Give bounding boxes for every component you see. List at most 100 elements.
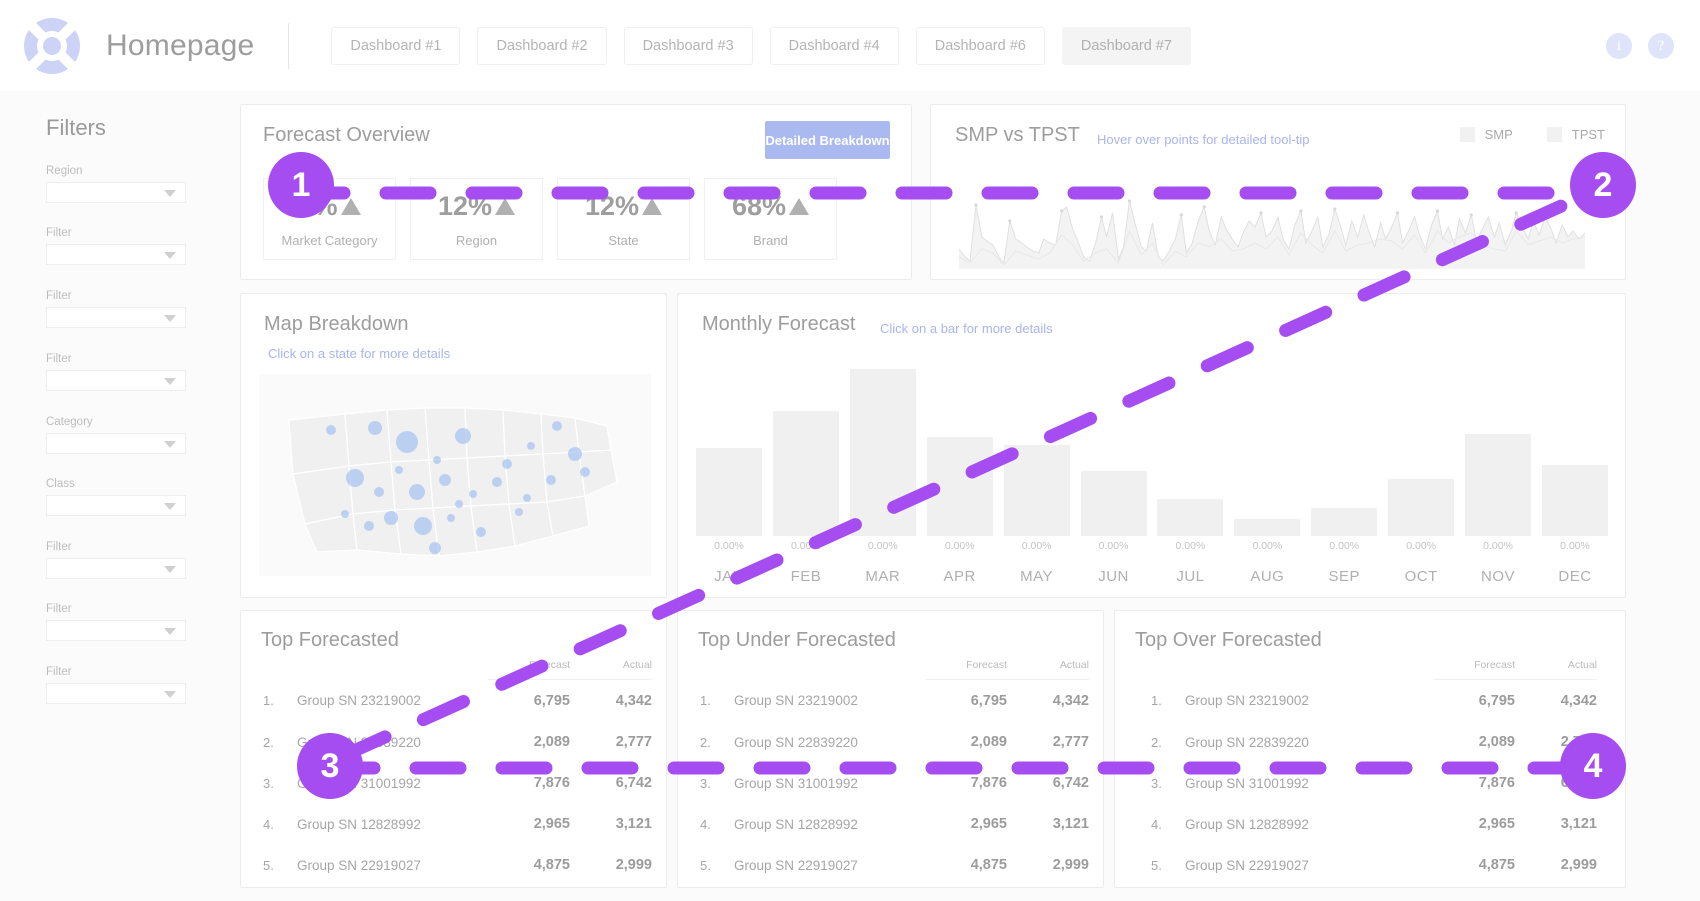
bar-label-group-may: 0.00% MAY [1004,540,1070,585]
legend-item-tpst[interactable]: TPST [1546,127,1605,142]
col-rank [692,659,734,680]
detailed-breakdown-button[interactable]: Detailed Breakdown [765,121,890,159]
table-row[interactable]: 2.Group SN 228392202,0892,777 [692,721,1089,762]
bar-column-nov [1465,434,1532,536]
chevron-down-icon [164,691,176,698]
table-row[interactable]: 5. Group SN 22919027 4,875 2,999 [1143,844,1597,885]
chevron-down-icon [164,503,176,510]
filter-4: Filter [46,353,186,391]
kpi-label: Market Category [281,232,378,248]
smp-tpst-sparkline-chart[interactable] [958,187,1586,269]
kpi-value: 68% [731,190,787,221]
filter-select-region[interactable] [46,182,186,203]
col-actual: Actual [1515,659,1597,680]
filter-select-4[interactable] [46,370,186,391]
bar-oct[interactable] [1388,479,1455,536]
table-row[interactable]: 2.Group SN 228392202,0892,777 [1143,721,1597,762]
table-row[interactable]: 1. Group SN 23219002 6,795 4,342 [692,680,1089,722]
cell-forecast: 2,965 [970,816,1007,832]
bar-label-group-jul: 0.00% JUL [1157,540,1223,585]
filter-select-class[interactable] [46,495,186,516]
bar-month-label: NOV [1481,568,1516,585]
bar-jun[interactable] [1080,471,1147,536]
filter-select-9[interactable] [46,683,186,704]
kpi-brand[interactable]: 68% Brand [704,178,837,260]
kpi-state[interactable]: 12% State [557,178,690,260]
annotation-label: 4 [1583,746,1603,785]
filter-region: Region [46,165,186,203]
cell-forecast: 7,876 [1478,775,1515,791]
header-divider [288,22,290,69]
bar-dec[interactable] [1541,465,1608,536]
col-name [1185,659,1433,680]
table-row[interactable]: 3.Group SN 310019927,8766,742 [1143,762,1597,803]
chevron-down-icon [164,190,176,197]
filter-select-2[interactable] [46,244,186,265]
cell-forecast: 4,875 [1478,857,1515,873]
bar-aug[interactable] [1234,519,1301,536]
kpi-region[interactable]: 12% Region [410,178,543,260]
tab-dashboard-2[interactable]: Dashboard #2 [477,26,607,65]
filter-class: Class [46,478,186,516]
cell-actual: 2,999 [1560,857,1597,873]
cell-forecast: 4,875 [970,857,1007,873]
bar-percent-label: 0.00% [1406,540,1437,552]
filter-2: Filter [46,227,186,265]
body-area: Filters Region Filter Filter Filter Cate… [0,91,1700,901]
bar-jan[interactable] [696,448,762,536]
bar-nov[interactable] [1465,434,1532,536]
filter-3: Filter [46,290,186,328]
bar-month-label: OCT [1404,568,1438,585]
table-row[interactable]: 5. Group SN 22919027 4,875 2,999 [255,844,652,885]
filter-select-8[interactable] [46,620,186,641]
tab-dashboard-7[interactable]: Dashboard #7 [1061,26,1191,65]
filter-8: Filter [46,603,186,641]
table-row[interactable]: 1. Group SN 23219002 6,795 4,342 [255,680,652,722]
bar-label-group-dec: 0.00% DEC [1542,540,1608,585]
top-forecasted-title: Top Forecasted [261,629,399,651]
kpi-value: 12% [437,190,493,221]
table-row[interactable]: 5. Group SN 22919027 4,875 2,999 [692,844,1089,885]
cell-rank: 5. [700,857,711,873]
filter-select-7[interactable] [46,558,186,579]
bar-percent-label: 0.00% [867,540,898,552]
cell-rank: 2. [1151,734,1162,750]
bar-mar[interactable] [849,369,916,536]
trend-up-icon [642,197,663,215]
bar-label-group-nov: 0.00% NOV [1465,540,1531,585]
col-rank [255,659,297,680]
help-icon[interactable]: ? [1648,33,1674,59]
filter-select-category[interactable] [46,433,186,454]
bar-month-label: FEB [790,568,822,585]
dashboard-tabs: Dashboard #1 Dashboard #2 Dashboard #3 D… [331,26,1191,65]
table-header-row: Forecast Actual [1143,659,1597,680]
tab-dashboard-3[interactable]: Dashboard #3 [623,26,753,65]
cell-rank: 4. [700,816,711,832]
table-row[interactable]: 4. Group SN 12828992 2,965 3,121 [255,803,652,844]
cell-name: Group SN 22919027 [297,857,421,873]
table-row[interactable]: 3.Group SN 310019927,8766,742 [692,762,1089,803]
tab-dashboard-6[interactable]: Dashboard #6 [915,26,1045,65]
filter-select-3[interactable] [46,307,186,328]
top-bar: Homepage Dashboard #1 Dashboard #2 Dashb… [0,0,1700,91]
usa-map[interactable] [259,374,651,576]
map-breakdown-subtitle: Click on a state for more details [268,346,451,361]
table-row[interactable]: 1. Group SN 23219002 6,795 4,342 [1143,680,1597,722]
info-icon[interactable]: i [1606,33,1632,59]
bar-sep[interactable] [1311,508,1378,536]
top-over-forecasted-card: Top Over Forecasted Forecast Actual 1. Gr… [1114,610,1626,888]
cell-rank: 5. [263,857,274,873]
table-row[interactable]: 4. Group SN 12828992 2,965 3,121 [692,803,1089,844]
bar-feb[interactable] [772,411,839,536]
bar-may[interactable] [1003,445,1070,536]
bar-jul[interactable] [1157,499,1224,536]
tab-dashboard-4[interactable]: Dashboard #4 [769,26,899,65]
bar-apr[interactable] [926,437,993,536]
filters-heading: Filters [46,115,106,140]
table-row[interactable]: 4. Group SN 12828992 2,965 3,121 [1143,803,1597,844]
legend-item-smp[interactable]: SMP [1459,127,1513,142]
dashboard-page: Homepage Dashboard #1 Dashboard #2 Dashb… [0,0,1700,901]
tab-dashboard-1[interactable]: Dashboard #1 [331,26,461,65]
chevron-down-icon [164,252,176,259]
bar-label-group-oct: 0.00% OCT [1388,540,1454,585]
